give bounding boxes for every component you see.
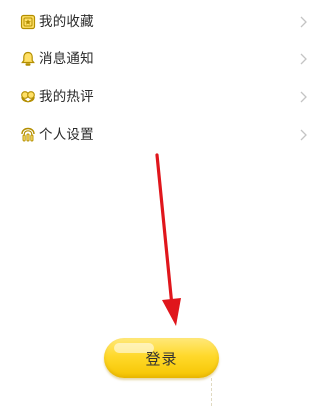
- chevron-right-icon: [298, 128, 308, 142]
- menu-item-favorites[interactable]: 我的收藏: [0, 3, 320, 41]
- menu-item-hot-comments[interactable]: 我的热评: [0, 78, 320, 116]
- menu-item-label: 我的收藏: [39, 14, 94, 30]
- notification-bell-icon: [19, 50, 37, 68]
- menu-item-settings[interactable]: 个人设置: [0, 116, 320, 154]
- comments-icon: [19, 88, 37, 106]
- menu-item-label: 个人设置: [39, 127, 94, 143]
- login-button[interactable]: 登录: [104, 338, 219, 378]
- menu-item-label: 消息通知: [39, 51, 94, 67]
- scroll-handle: [211, 378, 215, 406]
- login-button-label: 登录: [145, 349, 178, 368]
- menu-item-notifications[interactable]: 消息通知: [0, 40, 320, 78]
- favorites-icon: [19, 13, 37, 31]
- chevron-right-icon: [298, 15, 308, 29]
- settings-icon: [19, 126, 37, 144]
- menu-item-label: 我的热评: [39, 89, 94, 105]
- chevron-right-icon: [298, 52, 308, 66]
- chevron-right-icon: [298, 90, 308, 104]
